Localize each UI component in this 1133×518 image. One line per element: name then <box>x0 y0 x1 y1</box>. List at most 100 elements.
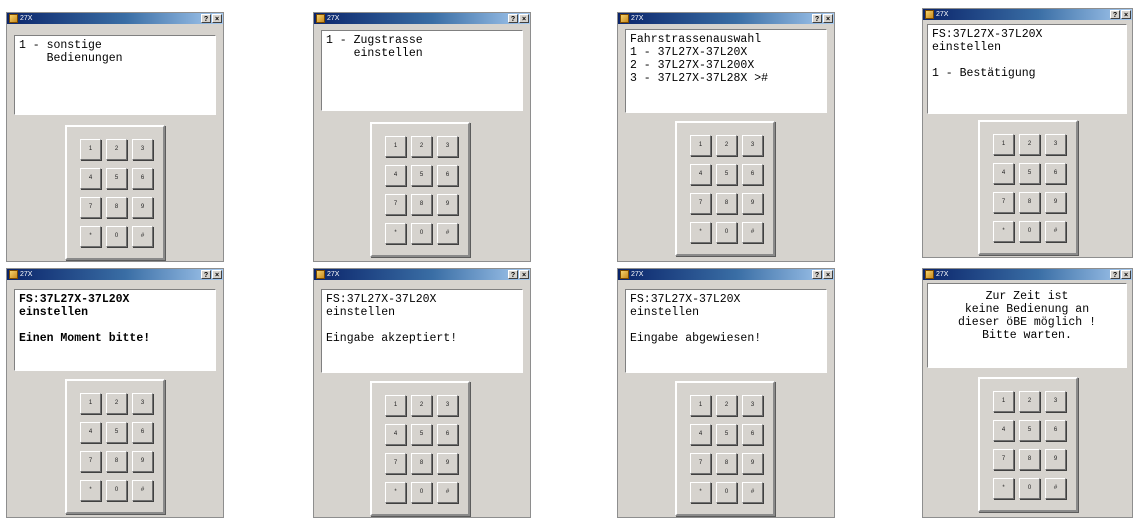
key-6[interactable]: 6 <box>742 424 763 445</box>
key-5[interactable]: 5 <box>716 164 737 185</box>
key-1[interactable]: 1 <box>993 391 1014 412</box>
key-7[interactable]: 7 <box>80 451 101 472</box>
key-4[interactable]: 4 <box>690 424 711 445</box>
help-button[interactable]: ? <box>201 270 211 279</box>
key-star[interactable]: * <box>690 222 711 243</box>
key-0[interactable]: 0 <box>106 480 127 501</box>
key-2[interactable]: 2 <box>411 395 432 416</box>
key-3[interactable]: 3 <box>1045 134 1066 155</box>
key-7[interactable]: 7 <box>385 453 406 474</box>
close-button[interactable]: × <box>212 270 222 279</box>
key-9[interactable]: 9 <box>1045 449 1066 470</box>
key-6[interactable]: 6 <box>1045 163 1066 184</box>
key-1[interactable]: 1 <box>80 393 101 414</box>
key-1[interactable]: 1 <box>993 134 1014 155</box>
key-9[interactable]: 9 <box>437 453 458 474</box>
key-5[interactable]: 5 <box>411 165 432 186</box>
key-5[interactable]: 5 <box>106 422 127 443</box>
key-3[interactable]: 3 <box>742 395 763 416</box>
key-9[interactable]: 9 <box>132 197 153 218</box>
key-6[interactable]: 6 <box>132 422 153 443</box>
key-3[interactable]: 3 <box>132 393 153 414</box>
close-button[interactable]: × <box>519 14 529 23</box>
key-9[interactable]: 9 <box>1045 192 1066 213</box>
close-button[interactable]: × <box>519 270 529 279</box>
help-button[interactable]: ? <box>201 14 211 23</box>
key-9[interactable]: 9 <box>742 453 763 474</box>
key-2[interactable]: 2 <box>1019 134 1040 155</box>
help-button[interactable]: ? <box>508 14 518 23</box>
key-4[interactable]: 4 <box>993 163 1014 184</box>
key-7[interactable]: 7 <box>385 194 406 215</box>
key-hash[interactable]: # <box>742 482 763 503</box>
key-5[interactable]: 5 <box>1019 163 1040 184</box>
key-4[interactable]: 4 <box>690 164 711 185</box>
key-2[interactable]: 2 <box>1019 391 1040 412</box>
key-2[interactable]: 2 <box>106 393 127 414</box>
key-hash[interactable]: # <box>742 222 763 243</box>
help-button[interactable]: ? <box>812 14 822 23</box>
key-hash[interactable]: # <box>437 223 458 244</box>
key-4[interactable]: 4 <box>993 420 1014 441</box>
close-button[interactable]: × <box>1121 10 1131 19</box>
key-7[interactable]: 7 <box>690 193 711 214</box>
key-8[interactable]: 8 <box>411 194 432 215</box>
key-1[interactable]: 1 <box>385 136 406 157</box>
key-3[interactable]: 3 <box>1045 391 1066 412</box>
key-1[interactable]: 1 <box>690 135 711 156</box>
key-8[interactable]: 8 <box>1019 449 1040 470</box>
key-0[interactable]: 0 <box>716 482 737 503</box>
key-0[interactable]: 0 <box>716 222 737 243</box>
key-9[interactable]: 9 <box>742 193 763 214</box>
key-2[interactable]: 2 <box>411 136 432 157</box>
key-0[interactable]: 0 <box>411 223 432 244</box>
close-button[interactable]: × <box>823 14 833 23</box>
key-7[interactable]: 7 <box>993 192 1014 213</box>
key-6[interactable]: 6 <box>742 164 763 185</box>
key-2[interactable]: 2 <box>716 135 737 156</box>
key-9[interactable]: 9 <box>132 451 153 472</box>
key-5[interactable]: 5 <box>1019 420 1040 441</box>
key-0[interactable]: 0 <box>106 226 127 247</box>
key-8[interactable]: 8 <box>411 453 432 474</box>
key-3[interactable]: 3 <box>437 136 458 157</box>
key-3[interactable]: 3 <box>132 139 153 160</box>
key-4[interactable]: 4 <box>385 165 406 186</box>
key-9[interactable]: 9 <box>437 194 458 215</box>
help-button[interactable]: ? <box>1110 270 1120 279</box>
key-6[interactable]: 6 <box>437 424 458 445</box>
key-star[interactable]: * <box>993 478 1014 499</box>
key-0[interactable]: 0 <box>1019 221 1040 242</box>
key-5[interactable]: 5 <box>716 424 737 445</box>
key-3[interactable]: 3 <box>742 135 763 156</box>
key-star[interactable]: * <box>80 226 101 247</box>
key-8[interactable]: 8 <box>716 193 737 214</box>
key-1[interactable]: 1 <box>385 395 406 416</box>
key-hash[interactable]: # <box>437 482 458 503</box>
key-1[interactable]: 1 <box>80 139 101 160</box>
key-8[interactable]: 8 <box>106 197 127 218</box>
key-7[interactable]: 7 <box>80 197 101 218</box>
key-0[interactable]: 0 <box>1019 478 1040 499</box>
key-star[interactable]: * <box>993 221 1014 242</box>
key-3[interactable]: 3 <box>437 395 458 416</box>
key-6[interactable]: 6 <box>132 168 153 189</box>
key-7[interactable]: 7 <box>690 453 711 474</box>
key-0[interactable]: 0 <box>411 482 432 503</box>
help-button[interactable]: ? <box>508 270 518 279</box>
key-1[interactable]: 1 <box>690 395 711 416</box>
close-button[interactable]: × <box>1121 270 1131 279</box>
help-button[interactable]: ? <box>812 270 822 279</box>
key-4[interactable]: 4 <box>80 168 101 189</box>
key-star[interactable]: * <box>690 482 711 503</box>
key-8[interactable]: 8 <box>106 451 127 472</box>
key-5[interactable]: 5 <box>106 168 127 189</box>
key-hash[interactable]: # <box>1045 221 1066 242</box>
key-6[interactable]: 6 <box>437 165 458 186</box>
close-button[interactable]: × <box>212 14 222 23</box>
key-hash[interactable]: # <box>1045 478 1066 499</box>
key-4[interactable]: 4 <box>385 424 406 445</box>
help-button[interactable]: ? <box>1110 10 1120 19</box>
key-2[interactable]: 2 <box>716 395 737 416</box>
key-2[interactable]: 2 <box>106 139 127 160</box>
